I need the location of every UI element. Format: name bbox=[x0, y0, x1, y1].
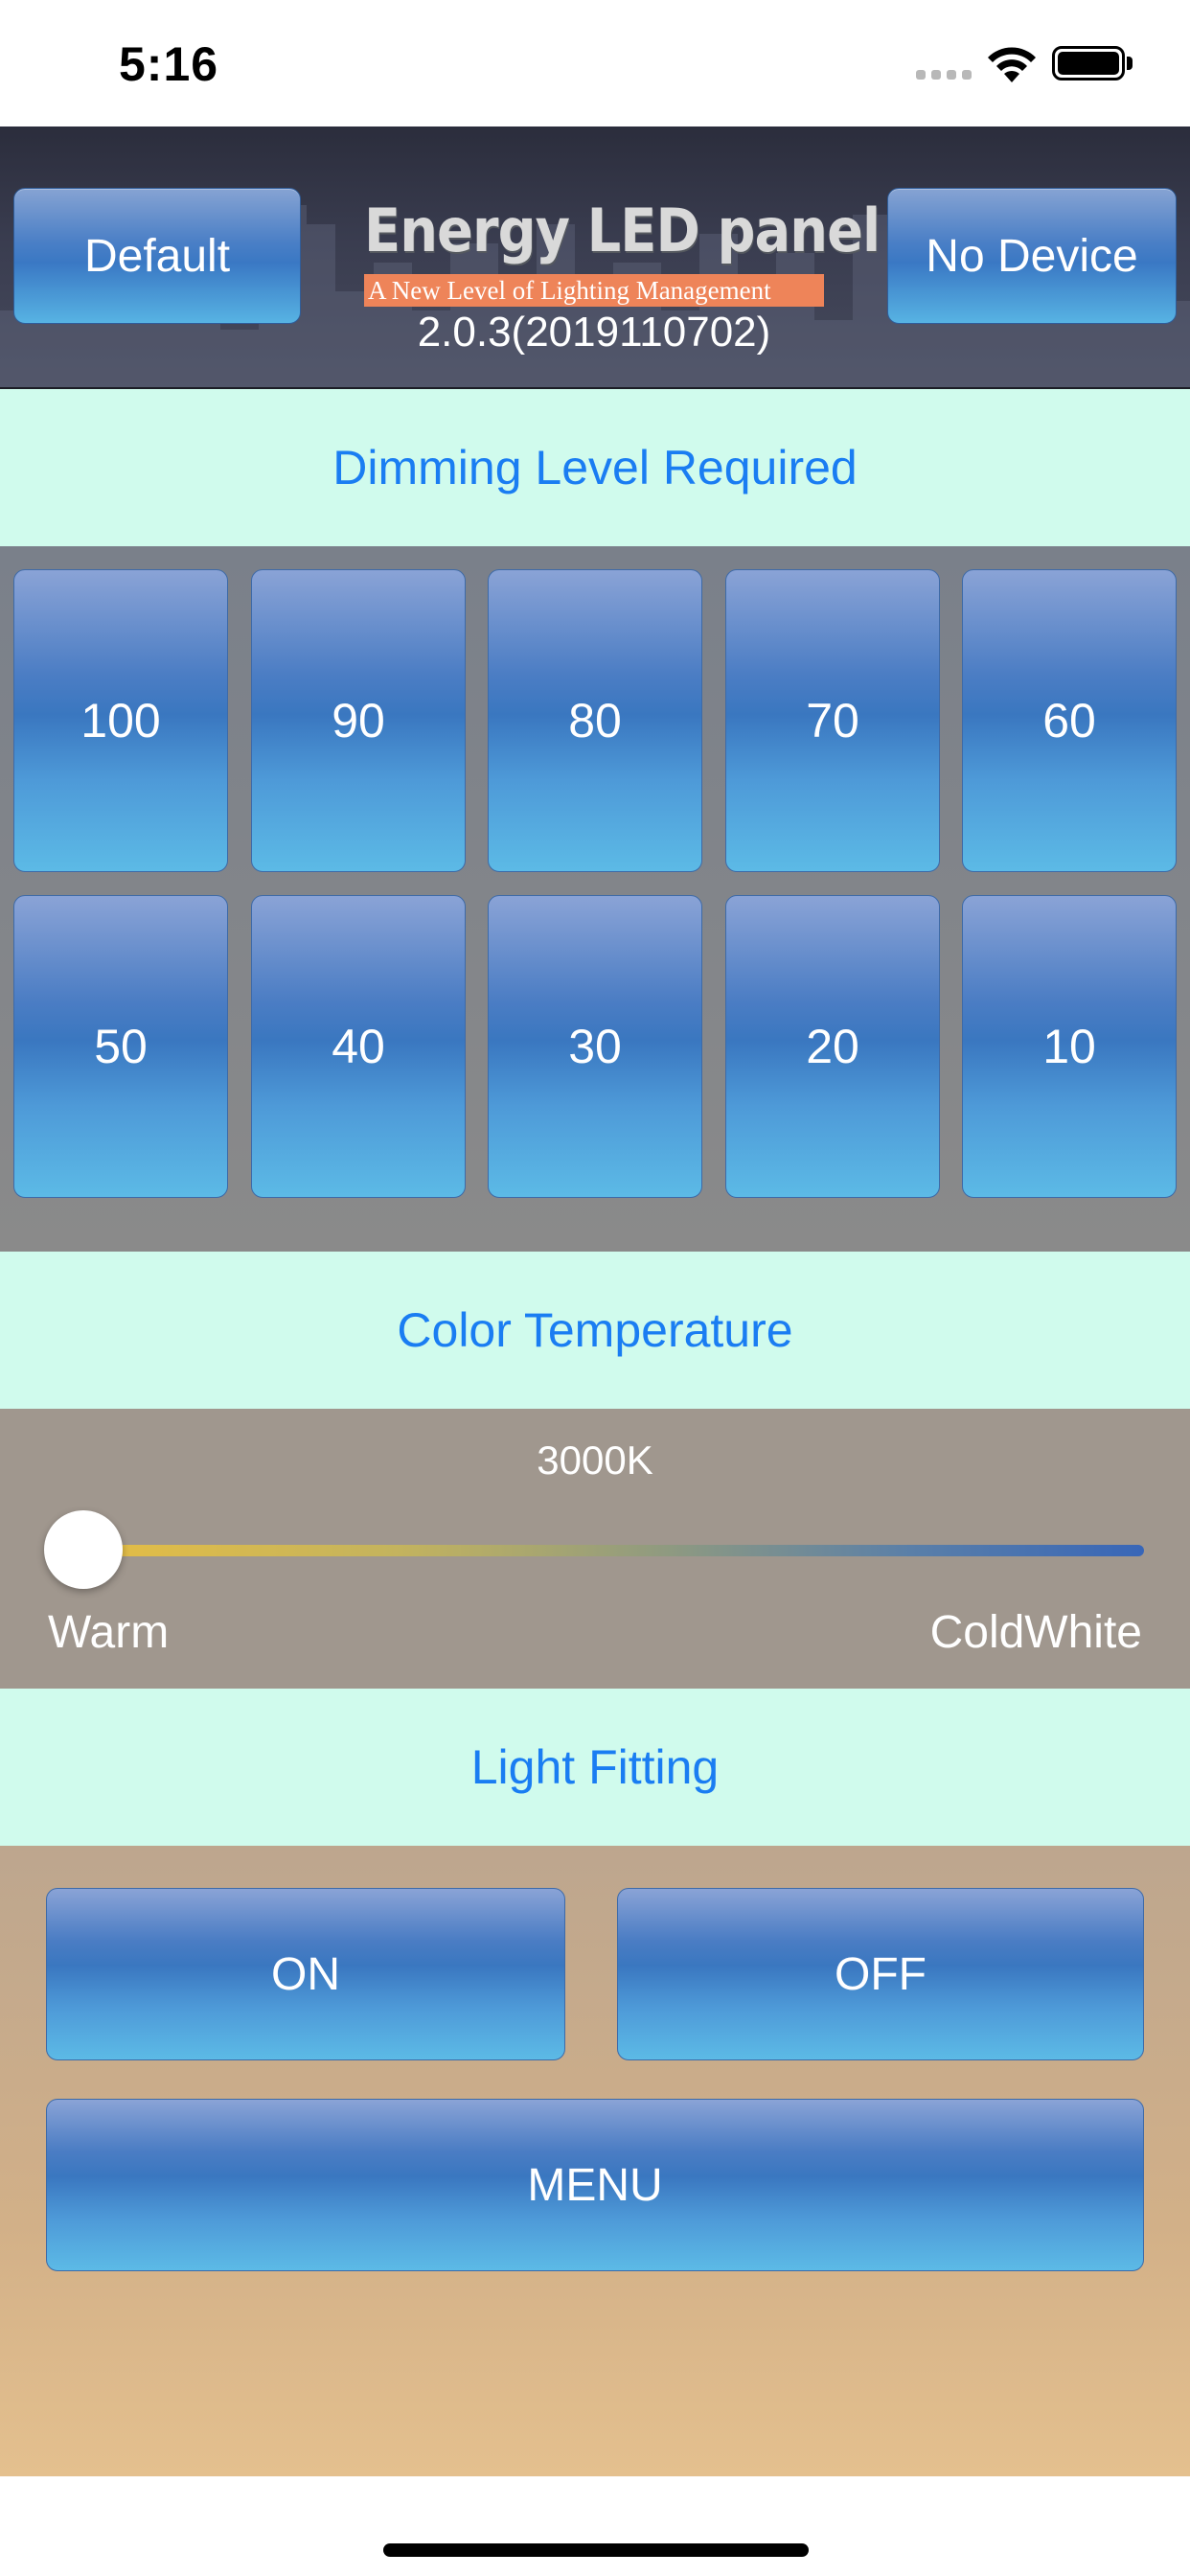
cold-white-label: ColdWhite bbox=[929, 1607, 1142, 1658]
wifi-icon bbox=[988, 47, 1036, 82]
status-time: 5:16 bbox=[119, 37, 219, 91]
dim-level-button[interactable]: 50 bbox=[13, 895, 228, 1198]
dim-level-button[interactable]: 10 bbox=[962, 895, 1177, 1198]
device-button[interactable]: No Device bbox=[887, 188, 1177, 324]
status-bar: 5:16 bbox=[0, 0, 1190, 126]
dim-level-button[interactable]: 100 bbox=[13, 569, 228, 872]
color-temperature-value: 3000K bbox=[537, 1438, 653, 1483]
battery-cap bbox=[1127, 57, 1133, 70]
color-temperature-panel: 3000K Warm ColdWhite bbox=[0, 1409, 1190, 1689]
dim-level-button[interactable]: 20 bbox=[725, 895, 940, 1198]
header-banner: Default Energy LED panel A New Level of … bbox=[0, 126, 1190, 389]
default-button[interactable]: Default bbox=[13, 188, 301, 324]
dim-level-button[interactable]: 90 bbox=[251, 569, 466, 872]
menu-button[interactable]: MENU bbox=[46, 2099, 1144, 2271]
on-button[interactable]: ON bbox=[46, 1888, 565, 2060]
color-temperature-slider-track[interactable] bbox=[82, 1545, 1144, 1556]
color-temperature-section-label: Color Temperature bbox=[0, 1252, 1190, 1409]
dimming-level-grid: 100 90 80 70 60 50 40 30 20 10 bbox=[0, 546, 1190, 1252]
cellular-signal-icon bbox=[916, 70, 972, 80]
light-fitting-section-label: Light Fitting bbox=[0, 1689, 1190, 1846]
dim-level-button[interactable]: 80 bbox=[488, 569, 702, 872]
color-temperature-slider-thumb[interactable] bbox=[44, 1510, 123, 1589]
logo-subtitle: A New Level of Lighting Management bbox=[364, 274, 824, 307]
dim-level-button[interactable]: 70 bbox=[725, 569, 940, 872]
dimming-section-label: Dimming Level Required bbox=[0, 389, 1190, 546]
dim-level-button[interactable]: 30 bbox=[488, 895, 702, 1198]
dim-level-button[interactable]: 60 bbox=[962, 569, 1177, 872]
warm-label: Warm bbox=[48, 1607, 170, 1658]
home-indicator-area bbox=[0, 2476, 1190, 2576]
home-indicator[interactable] bbox=[383, 2543, 809, 2557]
dim-level-button[interactable]: 40 bbox=[251, 895, 466, 1198]
logo-title: Energy LED panel bbox=[364, 196, 881, 265]
app-version: 2.0.3(2019110702) bbox=[417, 309, 771, 356]
battery-icon bbox=[1052, 46, 1125, 80]
off-button[interactable]: OFF bbox=[617, 1888, 1144, 2060]
light-fitting-panel: ON OFF MENU bbox=[0, 1846, 1190, 2476]
